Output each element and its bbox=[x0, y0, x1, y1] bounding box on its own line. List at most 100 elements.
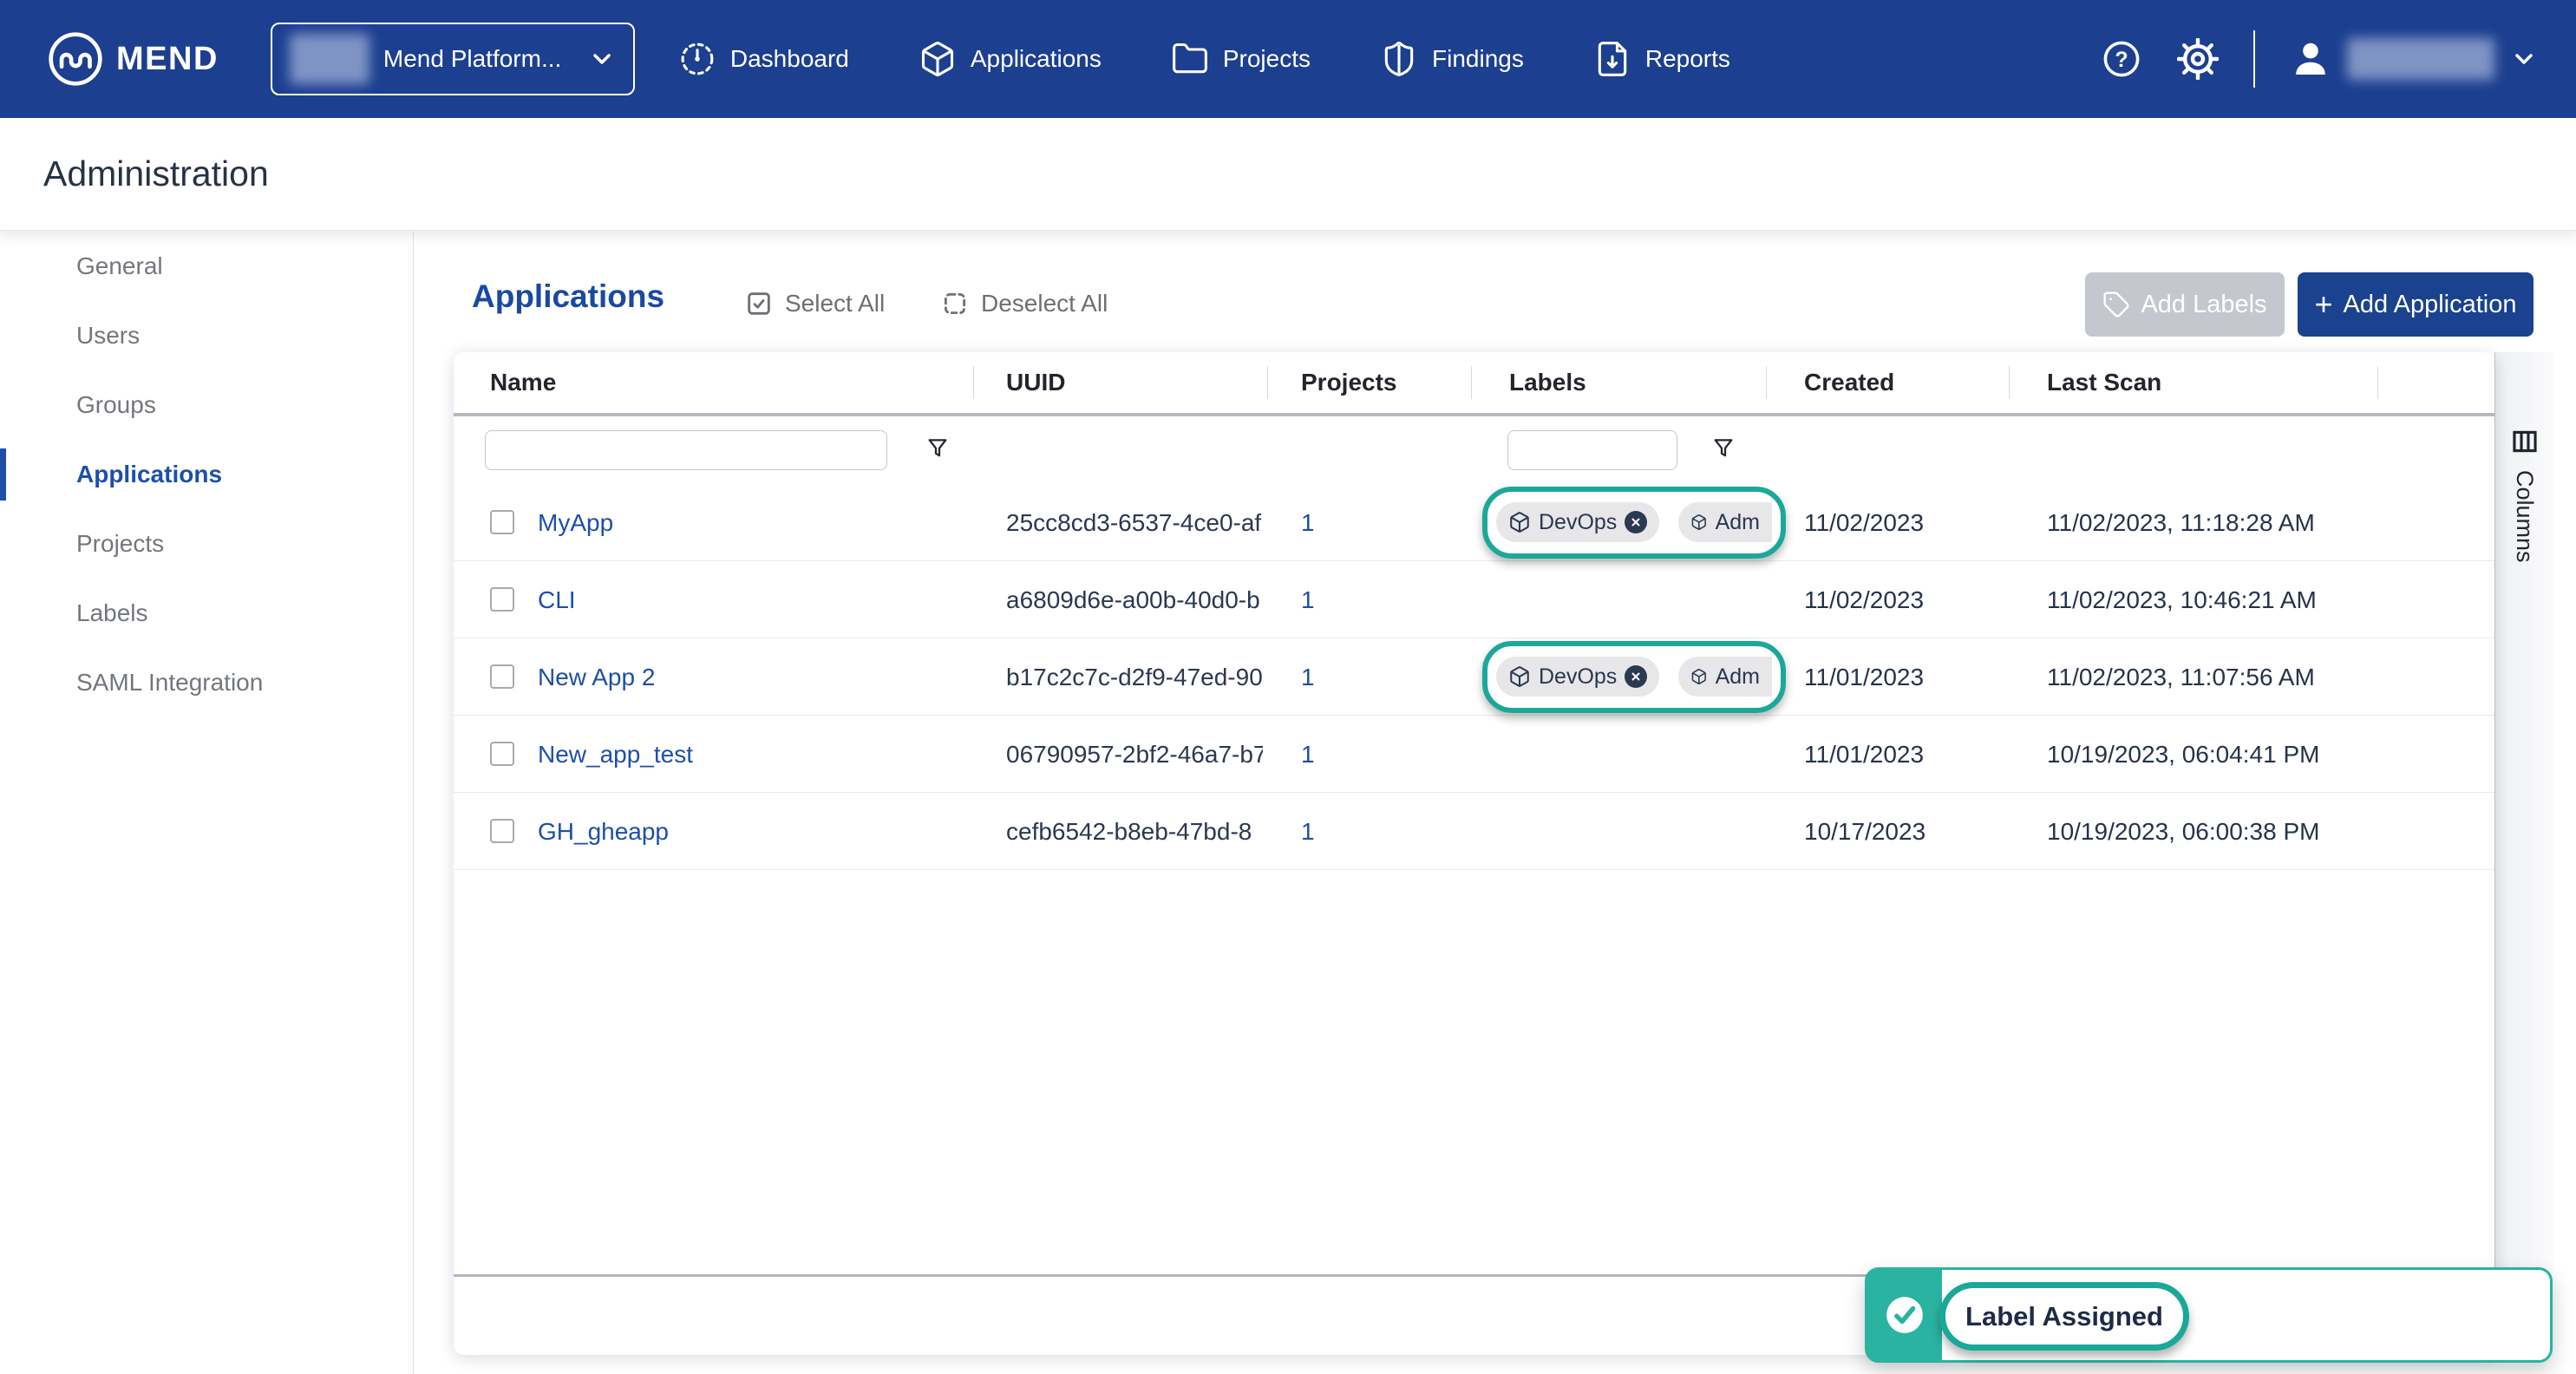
last-scan-date: 11/02/2023, 11:18:28 AM bbox=[2047, 484, 2315, 561]
help-icon: ? bbox=[2101, 38, 2142, 80]
reports-file-icon bbox=[1593, 40, 1631, 78]
primary-nav: Dashboard Applications Projects Findings bbox=[678, 40, 1730, 78]
app-uuid: b17c2c7c-d2f9-47ed-90 bbox=[1006, 638, 1263, 716]
app-name-link[interactable]: New_app_test bbox=[538, 716, 693, 793]
remove-label-button[interactable] bbox=[1625, 511, 1647, 533]
label-chip-truncated: Adm bbox=[1678, 657, 1772, 697]
user-menu[interactable] bbox=[2290, 38, 2538, 80]
deselect-all-button[interactable]: Deselect All bbox=[940, 289, 1108, 318]
mend-logo-icon bbox=[47, 30, 104, 88]
column-header-projects[interactable]: Projects bbox=[1301, 352, 1397, 413]
columns-panel-label: Columns bbox=[2511, 470, 2538, 563]
settings-button[interactable] bbox=[2177, 38, 2219, 80]
last-scan-date: 11/02/2023, 10:46:21 AM bbox=[2047, 561, 2317, 638]
app-uuid: 25cc8cd3-6537-4ce0-af bbox=[1006, 484, 1263, 561]
sidebar-item-labels[interactable]: Labels bbox=[0, 579, 413, 648]
column-header-uuid[interactable]: UUID bbox=[1006, 352, 1065, 413]
label-chip-text: DevOps bbox=[1539, 664, 1617, 690]
sidebar-item-label: Projects bbox=[76, 530, 164, 558]
last-scan-date: 10/19/2023, 06:00:38 PM bbox=[2047, 793, 2319, 870]
projects-count-link[interactable]: 1 bbox=[1301, 793, 1315, 870]
add-application-button[interactable]: + Add Application bbox=[2298, 272, 2534, 337]
row-checkbox[interactable] bbox=[490, 587, 514, 612]
add-labels-button[interactable]: Add Labels bbox=[2085, 272, 2285, 337]
select-all-button[interactable]: Select All bbox=[744, 289, 885, 318]
labels-filter-funnel-icon[interactable] bbox=[1710, 435, 1737, 463]
label-chip-text: Adm bbox=[1716, 510, 1760, 535]
projects-count-link[interactable]: 1 bbox=[1301, 716, 1315, 793]
name-filter-funnel-icon[interactable] bbox=[924, 435, 951, 463]
column-separator bbox=[1267, 366, 1268, 399]
sidebar-item-groups[interactable]: Groups bbox=[0, 370, 413, 440]
projects-count-link[interactable]: 1 bbox=[1301, 638, 1315, 716]
label-chip-truncated: Adm bbox=[1678, 502, 1772, 542]
projects-count-link[interactable]: 1 bbox=[1301, 484, 1315, 561]
select-all-checkbox-icon bbox=[744, 289, 774, 318]
gear-icon bbox=[2177, 38, 2219, 80]
remove-label-button[interactable] bbox=[1625, 665, 1647, 688]
sidebar-item-users[interactable]: Users bbox=[0, 301, 413, 370]
sidebar-item-projects[interactable]: Projects bbox=[0, 509, 413, 579]
row-checkbox[interactable] bbox=[490, 510, 514, 534]
toast-message-annotation: Label Assigned bbox=[1939, 1282, 2189, 1351]
nav-label: Reports bbox=[1645, 45, 1730, 73]
org-selector-dropdown[interactable]: Mend Platform... bbox=[271, 23, 635, 95]
applications-table: Name UUID Projects Labels Created Last S… bbox=[454, 352, 2494, 1355]
created-date: 10/17/2023 bbox=[1804, 793, 1925, 870]
column-header-name[interactable]: Name bbox=[490, 352, 556, 413]
column-header-last-scan[interactable]: Last Scan bbox=[2047, 352, 2161, 413]
projects-count-link[interactable]: 1 bbox=[1301, 561, 1315, 638]
app-name-link[interactable]: MyApp bbox=[538, 484, 613, 561]
redacted-user-name bbox=[2347, 38, 2494, 80]
table-row: GH_gheapp cefb6542-b8eb-47bd-8 1 10/17/2… bbox=[454, 793, 2494, 870]
row-checkbox[interactable] bbox=[490, 742, 514, 766]
nav-item-dashboard[interactable]: Dashboard bbox=[678, 40, 849, 78]
chevron-down-icon bbox=[2510, 45, 2538, 73]
add-labels-label: Add Labels bbox=[2141, 291, 2266, 319]
page-title: Administration bbox=[43, 154, 269, 194]
nav-item-applications[interactable]: Applications bbox=[919, 40, 1102, 78]
org-selector-label: Mend Platform... bbox=[383, 45, 561, 73]
add-application-label: Add Application bbox=[2344, 291, 2517, 319]
nav-item-findings[interactable]: Findings bbox=[1380, 40, 1524, 78]
sidebar-item-label: Labels bbox=[76, 599, 148, 627]
sidebar-item-general[interactable]: General bbox=[0, 232, 413, 301]
applications-cube-icon bbox=[919, 40, 957, 78]
app-name-link[interactable]: New App 2 bbox=[538, 638, 655, 716]
app-uuid: a6809d6e-a00b-40d0-b bbox=[1006, 561, 1263, 638]
close-icon bbox=[1630, 671, 1642, 683]
created-date: 11/02/2023 bbox=[1804, 484, 1924, 561]
sidebar-item-label: Groups bbox=[76, 391, 156, 419]
row-checkbox[interactable] bbox=[490, 819, 514, 843]
app-name-link[interactable]: GH_gheapp bbox=[538, 793, 669, 870]
column-separator bbox=[973, 366, 974, 399]
dashboard-icon bbox=[678, 40, 716, 78]
labels-filter-input[interactable] bbox=[1507, 430, 1677, 470]
navbar-divider bbox=[2253, 30, 2255, 88]
user-avatar-icon bbox=[2290, 38, 2331, 80]
name-filter-input[interactable] bbox=[485, 430, 887, 470]
sidebar-item-applications[interactable]: Applications bbox=[0, 440, 413, 509]
column-separator bbox=[2377, 366, 2378, 399]
nav-item-reports[interactable]: Reports bbox=[1593, 40, 1730, 78]
table-row: New App 2 b17c2c7c-d2f9-47ed-90 1 DevOps… bbox=[454, 638, 2494, 716]
nav-item-projects[interactable]: Projects bbox=[1171, 40, 1311, 78]
label-cube-icon bbox=[1508, 511, 1531, 533]
sidebar-item-label: General bbox=[76, 252, 163, 280]
mend-brand: MEND bbox=[47, 30, 219, 88]
deselect-all-label: Deselect All bbox=[981, 290, 1108, 317]
sidebar-item-saml-integration[interactable]: SAML Integration bbox=[0, 648, 413, 717]
app-uuid: 06790957-2bf2-46a7-b7 bbox=[1006, 716, 1263, 793]
label-chip-text: DevOps bbox=[1539, 510, 1617, 535]
help-button[interactable]: ? bbox=[2101, 38, 2142, 80]
row-checkbox[interactable] bbox=[490, 664, 514, 689]
chevron-down-icon bbox=[588, 45, 616, 73]
label-cube-icon bbox=[1690, 511, 1708, 533]
column-header-created[interactable]: Created bbox=[1804, 352, 1894, 413]
tag-icon bbox=[2102, 291, 2130, 318]
success-check-icon bbox=[1883, 1293, 1926, 1337]
app-name-link[interactable]: CLI bbox=[538, 561, 576, 638]
deselect-all-icon bbox=[940, 289, 970, 318]
columns-panel-toggle[interactable]: Columns bbox=[2494, 352, 2553, 1355]
column-header-labels[interactable]: Labels bbox=[1509, 352, 1586, 413]
